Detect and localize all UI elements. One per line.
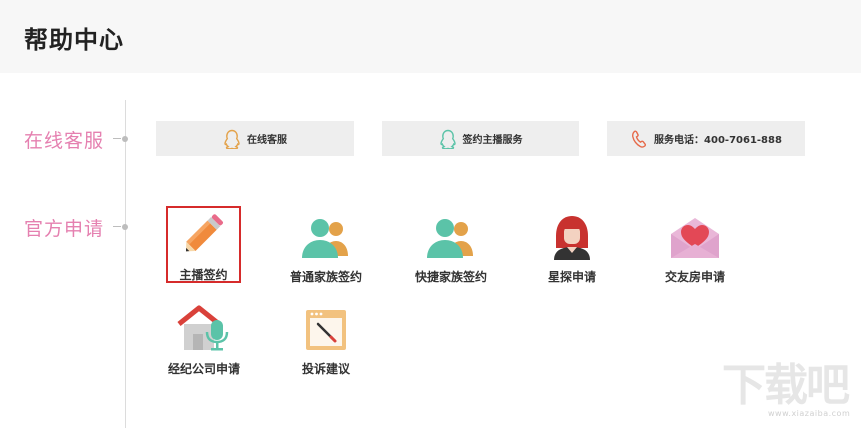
regular-family-signing-label: 普通家族签约 [289, 270, 362, 284]
phone-icon [630, 129, 648, 149]
watermark-text: 下载吧 [722, 360, 850, 411]
watermark-url: www.xiazaiba.com [768, 409, 851, 418]
online-service-button[interactable]: 在线客服 [156, 121, 354, 156]
timeline-connector [113, 138, 121, 139]
qq-penguin-icon [223, 129, 241, 149]
woman-avatar-icon [544, 208, 600, 260]
qq-penguin-icon [439, 129, 457, 149]
service-phone-button[interactable]: 服务电话：400-7061-888 [607, 121, 805, 156]
anchor-signing-item[interactable]: 主播签约 [166, 206, 241, 283]
quick-family-signing-item[interactable]: 快捷家族签约 [403, 208, 499, 285]
users-icon [423, 208, 479, 260]
watermark-logo: 下载吧 www.xiazaiba.com [722, 362, 856, 424]
anchor-signing-label: 主播签约 [179, 268, 228, 282]
talent-scout-apply-label: 星探申请 [547, 270, 596, 284]
timeline-dot [122, 136, 128, 142]
dating-room-apply-label: 交友房申请 [664, 270, 725, 284]
users-icon [298, 208, 354, 260]
quick-family-signing-label: 快捷家族签约 [414, 270, 487, 284]
online-service-label: 在线客服 [247, 135, 287, 146]
dating-room-apply-item[interactable]: 交友房申请 [647, 208, 743, 285]
complaint-window-icon [298, 300, 354, 352]
agency-apply-item[interactable]: 经纪公司申请 [156, 300, 252, 377]
pencil-icon [176, 210, 232, 258]
signed-anchor-service-button[interactable]: 签约主播服务 [382, 121, 579, 156]
heart-envelope-icon [667, 208, 723, 260]
house-microphone-icon [176, 300, 232, 352]
section-label-apply: 官方申请 [24, 218, 105, 240]
complaint-suggestion-label: 投诉建议 [301, 362, 350, 376]
talent-scout-apply-item[interactable]: 星探申请 [524, 208, 620, 285]
complaint-suggestion-item[interactable]: 投诉建议 [278, 300, 374, 377]
signed-anchor-service-label: 签约主播服务 [462, 135, 523, 146]
service-phone-label: 服务电话：400-7061-888 [654, 135, 782, 146]
timeline-connector [113, 226, 121, 227]
timeline-dot [122, 224, 128, 230]
agency-apply-label: 经纪公司申请 [167, 362, 240, 376]
page-title: 帮助中心 [24, 26, 124, 54]
regular-family-signing-item[interactable]: 普通家族签约 [278, 208, 374, 285]
timeline-line [125, 100, 126, 428]
header: 帮助中心 [0, 0, 861, 73]
section-label-online: 在线客服 [24, 130, 105, 152]
